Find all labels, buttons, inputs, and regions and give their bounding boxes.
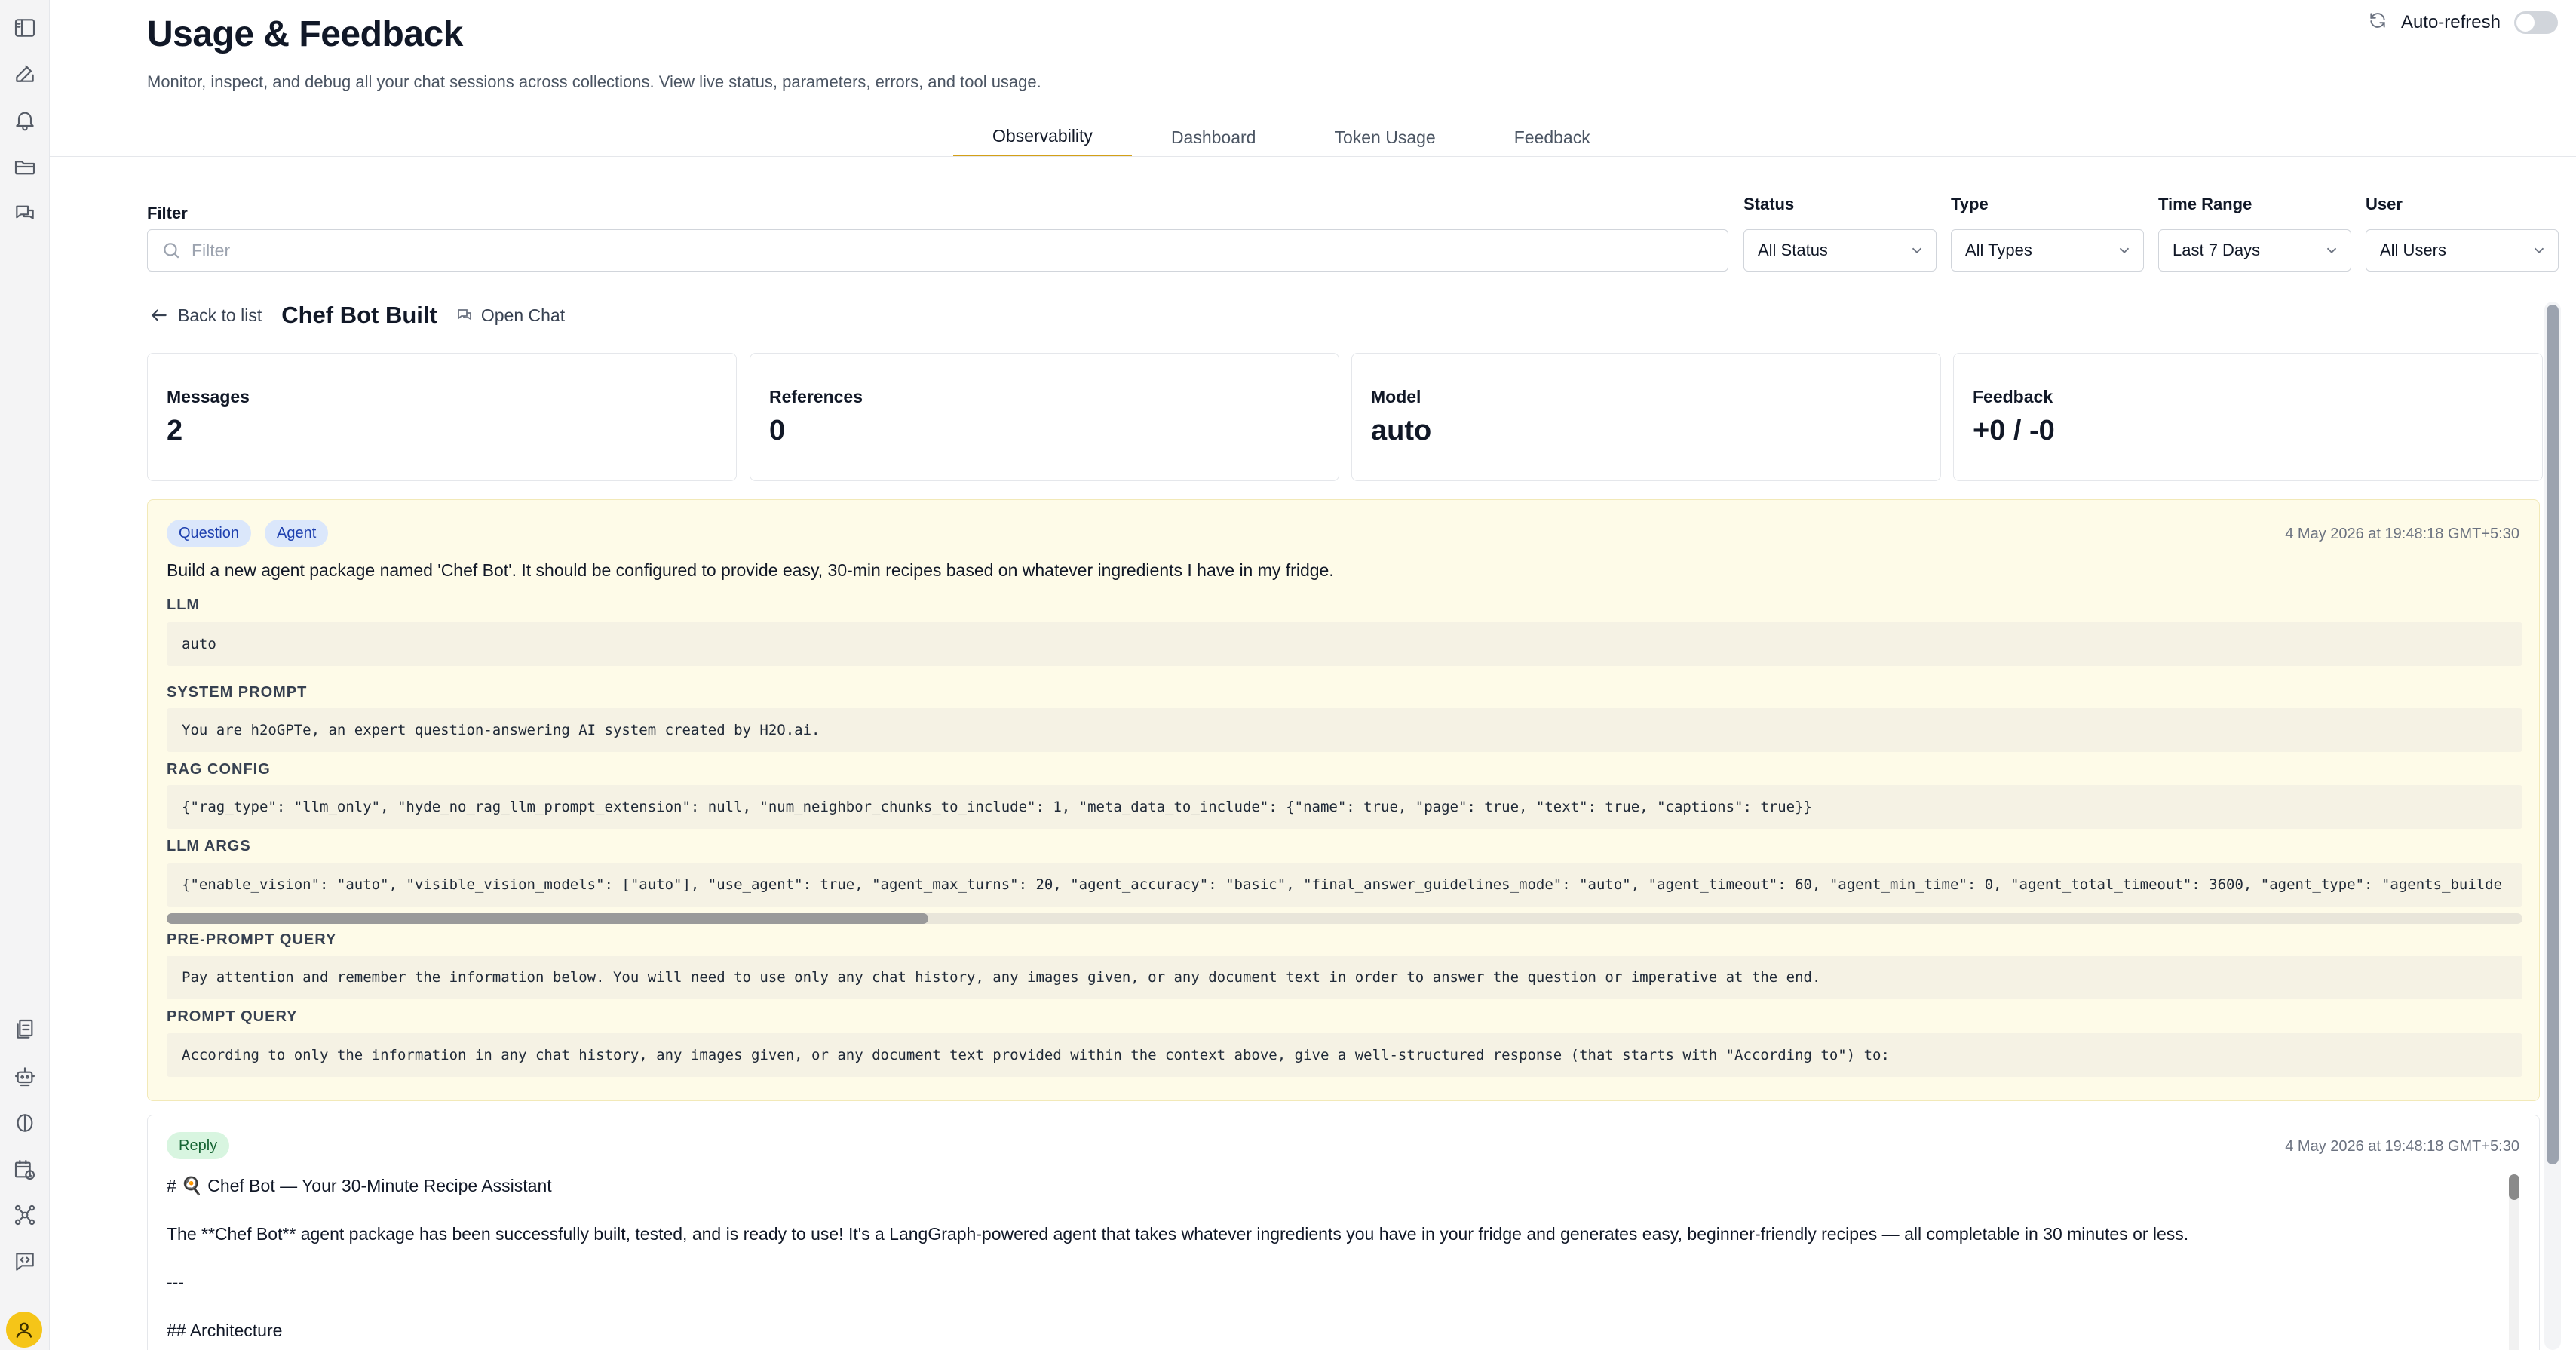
llm-args-horizontal-scrollbar[interactable] xyxy=(167,913,2522,924)
open-chat-label: Open Chat xyxy=(480,305,566,325)
code-message-icon[interactable] xyxy=(11,1247,39,1276)
tabs-divider xyxy=(50,156,2576,157)
stat-label: Messages xyxy=(167,387,250,407)
stat-value: auto xyxy=(1371,415,1432,446)
tab-dashboard[interactable]: Dashboard xyxy=(1132,118,1296,157)
back-to-list-button[interactable]: Back to list xyxy=(149,305,262,326)
auto-refresh-toggle[interactable] xyxy=(2514,11,2558,34)
status-select[interactable]: All Status xyxy=(1743,229,1937,272)
refresh-icon[interactable] xyxy=(2368,11,2387,34)
type-select[interactable]: All Types xyxy=(1951,229,2144,272)
user-select-value: All Users xyxy=(2380,241,2447,259)
status-filter-label: Status xyxy=(1743,195,1795,213)
sidebar-toggle-icon[interactable] xyxy=(11,14,39,42)
user-icon xyxy=(16,1322,32,1338)
prompt-query-value: According to only the information in any… xyxy=(167,1033,2522,1077)
left-rail xyxy=(0,0,50,1350)
page-subtitle: Monitor, inspect, and debug all your cha… xyxy=(147,72,1041,91)
llm-args-value: {"enable_vision": "auto", "visible_visio… xyxy=(167,863,2522,907)
reply-line-paragraph: The **Chef Bot** agent package has been … xyxy=(167,1224,2189,1244)
system-prompt-section-label: SYSTEM PROMPT xyxy=(167,684,308,701)
user-avatar[interactable] xyxy=(6,1312,42,1348)
reply-line-heading: # 🍳 Chef Bot — Your 30-Minute Recipe Ass… xyxy=(167,1176,552,1195)
question-timestamp: 4 May 2026 at 19:48:18 GMT+5:30 xyxy=(2285,526,2519,542)
stat-card-messages: Messages 2 xyxy=(147,353,737,481)
tab-observability[interactable]: Observability xyxy=(953,118,1132,157)
auto-refresh-control: Auto-refresh xyxy=(2368,11,2558,34)
prompt-query-section-label: PROMPT QUERY xyxy=(167,1008,298,1025)
rag-config-section-label: RAG CONFIG xyxy=(167,761,271,778)
bell-icon[interactable] xyxy=(11,106,39,134)
rag-config-value: {"rag_type": "llm_only", "hyde_no_rag_ll… xyxy=(167,785,2522,829)
stat-card-references: References 0 xyxy=(750,353,1339,481)
main-vertical-scrollbar[interactable] xyxy=(2544,302,2561,1350)
reply-line-rule: --- xyxy=(167,1272,184,1292)
stat-label: Model xyxy=(1371,387,1421,407)
stat-label: References xyxy=(769,387,863,407)
reply-timestamp: 4 May 2026 at 19:48:18 GMT+5:30 xyxy=(2285,1138,2519,1155)
chevron-down-icon xyxy=(2119,247,2130,254)
tab-token-usage[interactable]: Token Usage xyxy=(1295,118,1474,157)
reply-message-panel: Reply 4 May 2026 at 19:48:18 GMT+5:30 # … xyxy=(147,1115,2540,1350)
time-range-filter-label: Time Range xyxy=(2158,195,2252,213)
page-title: Usage & Feedback xyxy=(147,14,463,54)
stat-label: Feedback xyxy=(1973,387,2053,407)
scrollbar-thumb[interactable] xyxy=(2509,1174,2519,1200)
stat-value: 2 xyxy=(167,415,183,446)
robot-icon[interactable] xyxy=(11,1062,39,1091)
scrollbar-thumb[interactable] xyxy=(167,913,928,924)
question-badge: Question xyxy=(167,520,252,547)
agent-badge: Agent xyxy=(265,520,329,547)
chat-bubble-icon xyxy=(457,309,471,321)
documents-icon[interactable] xyxy=(11,1015,39,1044)
question-message-panel: Question Agent 4 May 2026 at 19:48:18 GM… xyxy=(147,499,2540,1101)
status-select-value: All Status xyxy=(1758,241,1828,259)
time-range-select[interactable]: Last 7 Days xyxy=(2158,229,2351,272)
detail-header: Back to list Chef Bot Built Open Chat xyxy=(149,302,565,329)
reply-badge: Reply xyxy=(167,1132,230,1159)
reply-vertical-scrollbar[interactable] xyxy=(2509,1174,2519,1350)
filter-label: Filter xyxy=(147,204,188,222)
auto-refresh-label: Auto-refresh xyxy=(2400,11,2501,32)
llm-value: auto xyxy=(167,622,2522,666)
tab-bar: Observability Dashboard Token Usage Feed… xyxy=(953,118,1630,157)
stat-value: +0 / -0 xyxy=(1973,415,2055,446)
network-icon[interactable] xyxy=(11,1201,39,1229)
chat-name: Chef Bot Built xyxy=(281,302,437,328)
system-prompt-value: You are h2oGPTe, an expert question-answ… xyxy=(167,708,2522,752)
open-chat-button[interactable]: Open Chat xyxy=(455,305,565,326)
back-to-list-label: Back to list xyxy=(178,305,262,325)
pre-prompt-query-value: Pay attention and remember the informati… xyxy=(167,956,2522,999)
folder-icon[interactable] xyxy=(11,152,39,181)
stat-card-feedback: Feedback +0 / -0 xyxy=(1953,353,2543,481)
chat-icon[interactable] xyxy=(11,199,39,228)
type-filter-label: Type xyxy=(1951,195,1989,213)
time-range-select-value: Last 7 Days xyxy=(2173,241,2261,259)
tab-feedback[interactable]: Feedback xyxy=(1475,118,1630,157)
reply-line-subheading: ## Architecture xyxy=(167,1321,283,1340)
type-select-value: All Types xyxy=(1965,241,2032,259)
user-filter-label: User xyxy=(2366,195,2403,213)
llm-args-section-label: LLM ARGS xyxy=(167,838,251,854)
scrollbar-thumb[interactable] xyxy=(2547,305,2559,1164)
question-text: Build a new agent package named 'Chef Bo… xyxy=(167,560,1334,580)
stat-card-model: Model auto xyxy=(1351,353,1941,481)
chevron-down-icon xyxy=(2326,247,2337,254)
user-select[interactable]: All Users xyxy=(2366,229,2559,272)
llm-section-label: LLM xyxy=(167,597,201,613)
chevron-down-icon xyxy=(1912,247,1922,254)
chevron-down-icon xyxy=(2534,247,2544,254)
brain-icon[interactable] xyxy=(11,1109,39,1137)
stat-value: 0 xyxy=(769,415,786,446)
arrow-left-icon xyxy=(151,309,167,321)
search-icon xyxy=(164,243,179,259)
edit-icon[interactable] xyxy=(11,59,39,87)
pre-prompt-query-section-label: PRE-PROMPT QUERY xyxy=(167,931,337,948)
filter-input-box[interactable] xyxy=(147,229,1728,272)
calendar-clock-icon[interactable] xyxy=(11,1155,39,1184)
filter-input[interactable] xyxy=(192,240,1624,261)
